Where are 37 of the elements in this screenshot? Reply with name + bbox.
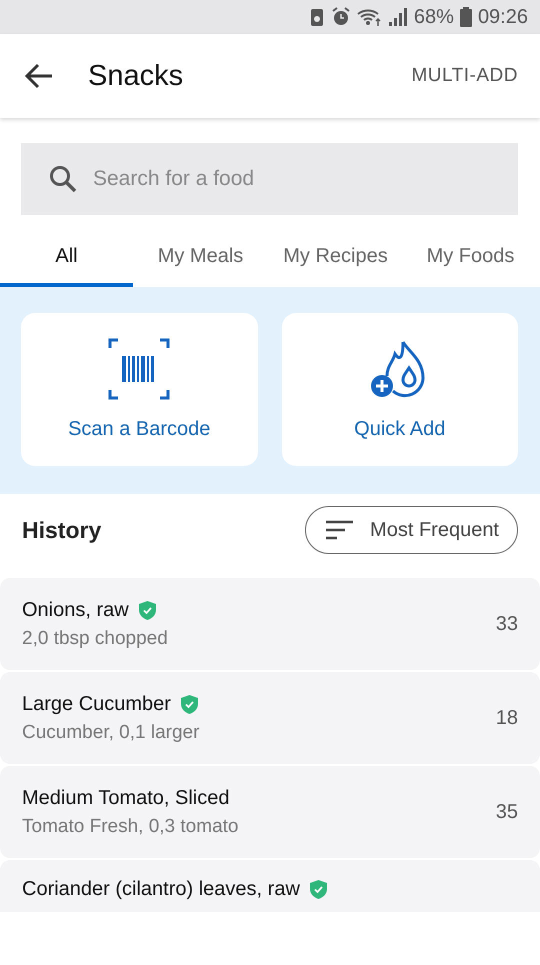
food-row[interactable]: Coriander (cilantro) leaves, raw xyxy=(0,860,540,912)
verified-icon xyxy=(310,880,327,899)
multi-add-button[interactable]: MULTI-ADD xyxy=(411,65,518,87)
food-name: Large Cucumber xyxy=(22,692,171,716)
wifi-icon xyxy=(356,7,382,27)
screen-title: Snacks xyxy=(88,60,184,92)
search-field[interactable]: Search for a food xyxy=(21,143,518,215)
quick-add-card[interactable]: Quick Add xyxy=(282,313,518,466)
food-name: Coriander (cilantro) leaves, raw xyxy=(22,878,300,901)
food-count: 33 xyxy=(496,612,518,636)
food-serving: 2,0 tbsp chopped xyxy=(22,628,169,650)
sort-icon xyxy=(326,520,354,540)
food-count: 35 xyxy=(496,800,518,824)
signal-icon xyxy=(388,7,408,27)
tab[interactable]: My Meals xyxy=(133,229,268,287)
battery-icon xyxy=(460,7,472,27)
section-title: History xyxy=(22,516,102,544)
food-row[interactable]: Onions, raw 2,0 tbsp chopped 33 xyxy=(0,578,540,670)
back-arrow-icon[interactable] xyxy=(24,61,54,91)
battery-percent: 68% xyxy=(414,6,454,28)
tab[interactable]: My Recipes xyxy=(268,229,403,287)
sort-button[interactable]: Most Frequent xyxy=(305,506,518,554)
food-row[interactable]: Medium Tomato, Sliced Tomato Fresh, 0,3 tomato 35 xyxy=(0,766,540,858)
food-serving: Tomato Fresh, 0,3 tomato xyxy=(22,816,240,838)
alarm-icon xyxy=(332,7,350,27)
food-row[interactable]: Large Cucumber Cucumber, 0,1 larger 18 xyxy=(0,672,540,764)
search-icon xyxy=(49,165,77,193)
food-count: 18 xyxy=(496,706,518,730)
tab[interactable]: My Foods xyxy=(403,229,538,287)
verified-icon xyxy=(180,694,198,714)
food-name: Onions, raw xyxy=(22,598,129,622)
barcode-icon xyxy=(108,338,170,400)
verified-icon xyxy=(138,600,156,620)
clock: 09:26 xyxy=(478,6,528,28)
food-name: Medium Tomato, Sliced xyxy=(22,786,230,810)
food-serving: Cucumber, 0,1 larger xyxy=(22,722,200,744)
scan-barcode-card[interactable]: Scan a Barcode xyxy=(21,313,258,466)
